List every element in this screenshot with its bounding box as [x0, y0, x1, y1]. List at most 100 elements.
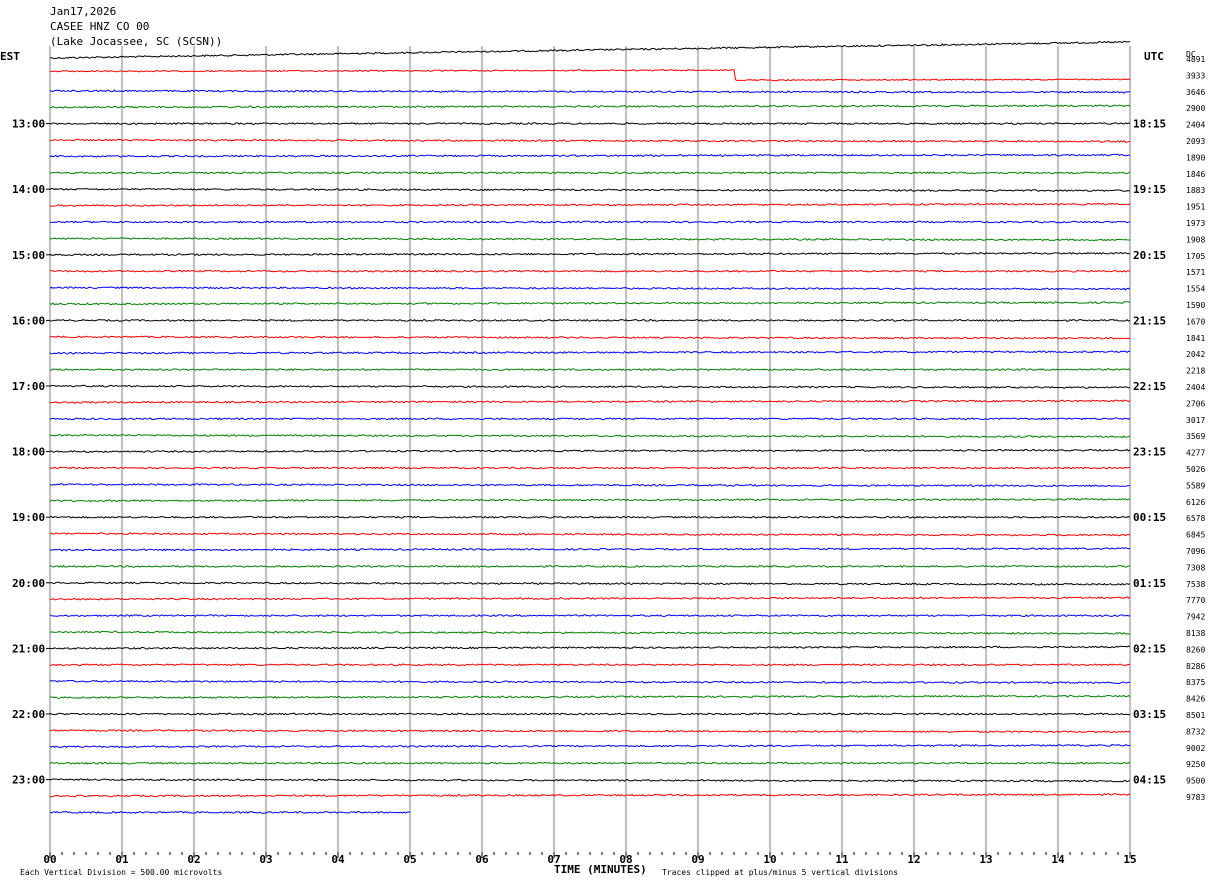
left-hour-label: 19:00	[12, 511, 45, 524]
trace-row	[49, 483, 1131, 488]
dc-offset-label: 3017	[1186, 416, 1205, 425]
clip-note: Traces clipped at plus/minus 5 vertical …	[662, 868, 898, 877]
trace-row	[49, 368, 1131, 372]
left-hour-label: 16:00	[12, 314, 45, 327]
x-tick-label: 00	[43, 853, 56, 866]
axis-labels: 00 01 02 03 04 05 06 07 08 09 10 11 12 13 14 1548913933…	[12, 55, 1205, 866]
trace-row	[49, 269, 1131, 273]
dc-offset-label: 7942	[1186, 613, 1205, 622]
left-hour-label: 20:00	[12, 577, 45, 590]
minute-grid	[49, 46, 1131, 858]
left-hour-label: 18:00	[12, 446, 45, 459]
dc-offset-label: 1705	[1186, 252, 1205, 261]
dc-offset-label: 3569	[1186, 432, 1205, 441]
dc-offset-label: 1883	[1186, 186, 1205, 195]
dc-offset-label: 8260	[1186, 645, 1205, 654]
trace-row	[49, 729, 1131, 734]
trace-row	[49, 399, 1131, 404]
right-hour-label: 21:15	[1133, 314, 1166, 327]
trace-row	[49, 532, 1131, 537]
trace-row	[49, 630, 1131, 635]
trace-row	[49, 318, 1131, 322]
seismic-traces	[49, 40, 1131, 814]
dc-offset-label: 8501	[1186, 711, 1205, 720]
dc-offset-label: 1973	[1186, 219, 1205, 228]
right-hour-label: 18:15	[1133, 118, 1166, 131]
x-tick-label: 03	[259, 853, 272, 866]
trace-row	[49, 138, 1131, 144]
trace-row	[49, 220, 1131, 224]
trace-row	[49, 448, 1131, 453]
trace-row	[49, 547, 1131, 552]
dc-offset-label: 7308	[1186, 563, 1205, 572]
x-tick-label: 10	[763, 853, 776, 866]
left-hour-label: 13:00	[12, 118, 45, 131]
right-hour-label: 20:15	[1133, 249, 1166, 262]
dc-offset-label: 3646	[1186, 88, 1205, 97]
left-hour-label: 23:00	[12, 774, 45, 787]
dc-offset-label: 8375	[1186, 678, 1205, 687]
dc-offset-label: 1590	[1186, 301, 1205, 310]
dc-offset-label: 7770	[1186, 596, 1205, 605]
dc-offset-label: 3933	[1186, 71, 1205, 80]
trace-row	[49, 384, 1131, 389]
trace-row	[49, 69, 1131, 82]
trace-row	[49, 596, 1131, 601]
trace-row	[49, 171, 1131, 175]
trace-row	[49, 237, 1131, 242]
dc-offset-label: 8138	[1186, 629, 1205, 638]
trace-row	[49, 301, 1131, 306]
dc-offset-label: 8426	[1186, 695, 1205, 704]
x-tick-label: 11	[835, 853, 849, 866]
right-hour-label: 00:15	[1133, 511, 1166, 524]
right-hour-label: 19:15	[1133, 183, 1166, 196]
right-hour-label: 02:15	[1133, 642, 1166, 655]
x-tick-label: 01	[115, 853, 129, 866]
trace-row	[49, 712, 1131, 716]
dc-offset-label: 5589	[1186, 481, 1205, 490]
trace-row	[49, 743, 1131, 749]
dc-offset-label: 9783	[1186, 793, 1205, 802]
trace-row	[49, 498, 1131, 503]
right-hour-label: 22:15	[1133, 380, 1166, 393]
x-tick-label: 04	[331, 853, 345, 866]
dc-label: DC	[1186, 50, 1196, 59]
dc-offset-label: 2042	[1186, 350, 1205, 359]
x-tick-label: 09	[691, 853, 704, 866]
dc-offset-label: 6126	[1186, 498, 1205, 507]
dc-offset-label: 1890	[1186, 153, 1205, 162]
dc-offset-label: 6845	[1186, 531, 1205, 540]
left-timezone-label: EST	[0, 50, 20, 63]
x-tick-label: 14	[1051, 853, 1065, 866]
dc-offset-label: 1908	[1186, 235, 1205, 244]
dc-offset-label: 8286	[1186, 662, 1205, 671]
dc-offset-label: 7538	[1186, 580, 1205, 589]
dc-offset-label: 2706	[1186, 399, 1205, 408]
trace-row	[49, 694, 1131, 699]
dc-offset-label: 8732	[1186, 727, 1205, 736]
right-hour-label: 03:15	[1133, 708, 1166, 721]
dc-offset-label: 9002	[1186, 744, 1205, 753]
dc-offset-label: 2404	[1186, 121, 1205, 130]
trace-row	[49, 335, 1131, 340]
trace-row	[49, 564, 1130, 568]
left-hour-label: 14:00	[12, 183, 45, 196]
right-hour-label: 01:15	[1133, 577, 1166, 590]
x-tick-label: 13	[979, 853, 992, 866]
dc-offset-label: 1951	[1186, 203, 1205, 212]
trace-row	[49, 202, 1131, 207]
trace-row	[49, 663, 1131, 667]
dc-offset-label: 1554	[1186, 285, 1205, 294]
trace-row	[50, 581, 1131, 586]
trace-row	[49, 614, 1131, 618]
dc-offset-label: 1841	[1186, 334, 1205, 343]
trace-row	[49, 515, 1131, 519]
trace-row	[49, 104, 1131, 109]
x-tick-label: 06	[475, 853, 489, 866]
trace-row	[49, 89, 1131, 94]
trace-row	[49, 40, 1131, 60]
x-tick-label: 02	[187, 853, 200, 866]
dc-offset-label: 1846	[1186, 170, 1205, 179]
right-timezone-label: UTC	[1144, 50, 1164, 63]
helicorder-plot: 00 01 02 03 04 05 06 07 08 09 10 11 12 13 14 1548913933…	[0, 40, 1205, 877]
